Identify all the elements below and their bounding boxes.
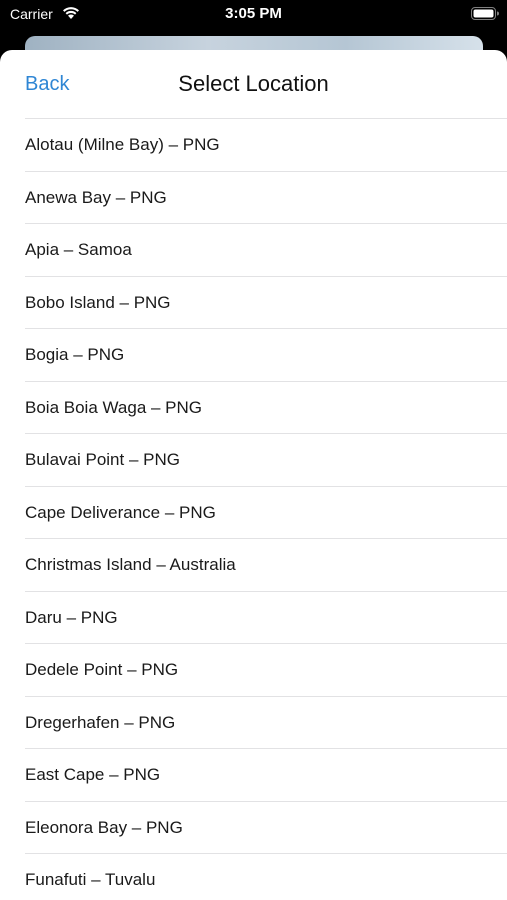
list-item[interactable]: Funafuti – Tuvalu bbox=[25, 853, 507, 900]
list-item-label: Boia Boia Waga – PNG bbox=[25, 397, 203, 417]
list-item-label: Dregerhafen – PNG bbox=[25, 712, 176, 732]
battery-icon bbox=[471, 7, 499, 20]
list-item-label: Daru – PNG bbox=[25, 607, 118, 627]
list-item-label: Cape Deliverance – PNG bbox=[25, 502, 216, 522]
list-item[interactable]: Cape Deliverance – PNG bbox=[25, 485, 507, 539]
list-item[interactable]: Apia – Samoa bbox=[25, 223, 507, 276]
list-item-label: Apia – Samoa bbox=[25, 240, 132, 259]
list-item[interactable]: Bobo Island – PNG bbox=[25, 275, 507, 329]
list-item-label: Bogia – PNG bbox=[25, 345, 125, 364]
location-list: Alotau (Milne Bay) – PNG Anewa Bay – PNG… bbox=[0, 118, 507, 900]
status-bar: Carrier 3:05 PM bbox=[0, 0, 507, 30]
list-item-label: Bobo Island – PNG bbox=[25, 292, 171, 312]
list-item[interactable]: Christmas Island – Australia bbox=[25, 538, 507, 591]
list-item-label: Christmas Island – Australia bbox=[25, 555, 236, 574]
list-item-label: Anewa Bay – PNG bbox=[25, 187, 167, 207]
list-item-label: Eleonora Bay – PNG bbox=[25, 817, 183, 837]
list-item[interactable]: Bulavai Point – PNG bbox=[25, 433, 507, 486]
list-item[interactable]: Dedele Point – PNG bbox=[25, 643, 507, 696]
list-item[interactable]: Daru – PNG bbox=[25, 590, 507, 644]
list-item-label: Dedele Point – PNG bbox=[25, 660, 179, 679]
page-title: Select Location bbox=[178, 71, 329, 96]
navigation-bar: Back Select Location bbox=[0, 50, 507, 118]
list-item-label: Alotau (Milne Bay) – PNG bbox=[25, 135, 220, 154]
list-item[interactable]: East Cape – PNG bbox=[25, 748, 507, 801]
list-item-label: East Cape – PNG bbox=[25, 765, 161, 784]
list-item-label: Funafuti – Tuvalu bbox=[25, 870, 156, 889]
list-item[interactable]: Boia Boia Waga – PNG bbox=[25, 380, 507, 434]
list-item[interactable]: Anewa Bay – PNG bbox=[25, 170, 507, 224]
list-item[interactable]: Dregerhafen – PNG bbox=[25, 695, 507, 749]
clock: 3:05 PM bbox=[225, 5, 282, 22]
list-item-label: Bulavai Point – PNG bbox=[25, 450, 180, 469]
list-item[interactable]: Bogia – PNG bbox=[25, 328, 507, 381]
list-item[interactable]: Eleonora Bay – PNG bbox=[25, 800, 507, 854]
location-sheet: Back Select Location Alotau (Milne Bay) … bbox=[0, 50, 507, 900]
list-item[interactable]: Alotau (Milne Bay) – PNG bbox=[25, 118, 507, 171]
